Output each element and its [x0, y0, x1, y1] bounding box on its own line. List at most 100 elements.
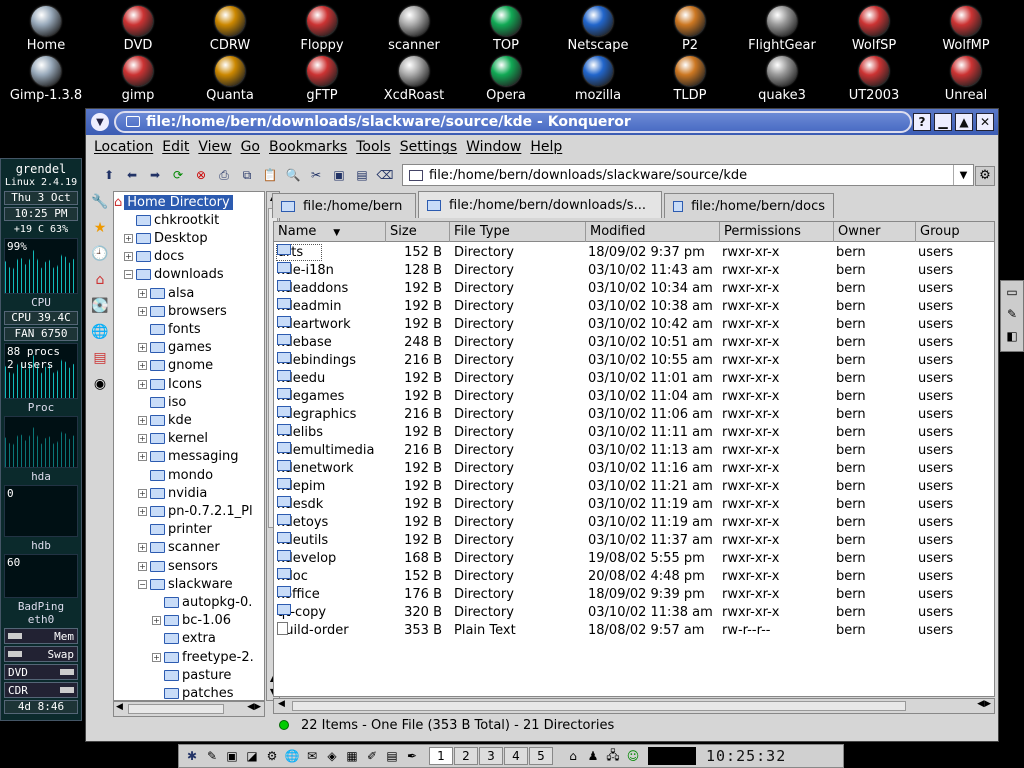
expand-icon[interactable]: +: [152, 652, 161, 662]
folder-icon[interactable]: ▭: [1001, 281, 1023, 303]
table-row[interactable]: kde-i18n 128 B Directory 03/10/02 11:43 am r…: [274, 262, 994, 280]
tree-item[interactable]: ⌂ Home Directory: [114, 193, 233, 211]
k-menu-icon[interactable]: ✱: [183, 747, 201, 765]
tree-item[interactable]: fonts: [138, 320, 201, 338]
desktop-icon-ut2003[interactable]: UT2003: [828, 56, 920, 103]
column-header-modified[interactable]: Modified: [586, 222, 720, 242]
list-horizontal-scrollbar[interactable]: ◀ ◀▶: [273, 698, 995, 714]
expand-icon[interactable]: +: [138, 361, 147, 371]
back-icon[interactable]: ⬅: [123, 166, 141, 184]
menu-settings[interactable]: Settings: [400, 139, 457, 155]
search-icon[interactable]: 🔧: [89, 191, 111, 213]
location-bar[interactable]: file:/home/bern/downloads/slackware/sour…: [402, 164, 974, 186]
tree-item[interactable]: + pn-0.7.2.1_Pl: [138, 502, 253, 520]
tree-item[interactable]: + Desktop: [124, 229, 208, 247]
menu-location[interactable]: Location: [94, 139, 153, 155]
tree-item[interactable]: + gnome: [138, 357, 213, 375]
desktop-icon-xcdroast[interactable]: XcdRoast: [368, 56, 460, 103]
desktop-icon-gftp[interactable]: gFTP: [276, 56, 368, 103]
brush-icon[interactable]: ✎: [1001, 303, 1023, 325]
kwrite-icon[interactable]: ✎: [203, 747, 221, 765]
menu-edit[interactable]: Edit: [162, 139, 189, 155]
desktop-icon-floppy[interactable]: Floppy: [276, 6, 368, 53]
maximize-icon[interactable]: ▲: [955, 113, 973, 131]
tree-horizontal-scrollbar[interactable]: ◀ ◀▶: [113, 701, 265, 717]
table-row[interactable]: kdepim 192 B Directory 03/10/02 11:21 am rwx…: [274, 478, 994, 496]
table-row[interactable]: kdelibs 192 B Directory 03/10/02 11:11 am rw…: [274, 424, 994, 442]
stop-icon[interactable]: ⊗: [192, 166, 210, 184]
table-row[interactable]: kdetoys 192 B Directory 03/10/02 11:19 am rw…: [274, 514, 994, 532]
home-icon[interactable]: ⌂: [89, 269, 111, 291]
view-icon[interactable]: ▣: [330, 166, 348, 184]
tree-item[interactable]: − downloads: [124, 266, 224, 284]
tree-item[interactable]: autopkg-0.: [152, 593, 252, 611]
expand-icon[interactable]: +: [138, 415, 147, 425]
table-row[interactable]: kdeadmin 192 B Directory 03/10/02 10:38 am r…: [274, 298, 994, 316]
paste-icon[interactable]: 📋: [261, 166, 279, 184]
menu-help[interactable]: Help: [530, 139, 562, 155]
expand-icon[interactable]: +: [138, 306, 147, 316]
find-icon[interactable]: 🔍: [284, 166, 302, 184]
tab-3[interactable]: file:/home/bern/docs: [664, 193, 834, 218]
scroll-right-icon[interactable]: ◀▶: [247, 702, 261, 712]
desktop-icon-quanta[interactable]: Quanta: [184, 56, 276, 103]
window-menu-icon[interactable]: ▼: [91, 113, 109, 131]
menu-tools[interactable]: Tools: [356, 139, 391, 155]
desktop-icon[interactable]: ▣: [223, 747, 241, 765]
clear-location-icon[interactable]: ⌫: [376, 166, 394, 184]
tree-item[interactable]: + games: [138, 339, 212, 357]
desktop-3-button[interactable]: 3: [479, 747, 503, 765]
table-row[interactable]: qt-copy 320 B Directory 03/10/02 11:38 am rw…: [274, 604, 994, 622]
column-header-size[interactable]: Size: [386, 222, 450, 242]
expand-icon[interactable]: +: [138, 288, 147, 298]
globe-icon[interactable]: 🌐: [283, 747, 301, 765]
devices-icon[interactable]: 💽: [89, 295, 111, 317]
network-icon[interactable]: 🖧: [604, 747, 622, 765]
desktop-icon-quake3[interactable]: quake3: [736, 56, 828, 103]
tree-item[interactable]: + browsers: [138, 302, 227, 320]
desktop-4-button[interactable]: 4: [504, 747, 528, 765]
table-row[interactable]: arts 152 B Directory 18/09/02 9:37 pm rwxr-x…: [274, 244, 994, 262]
desktop-icon-scanner[interactable]: scanner: [368, 6, 460, 53]
network-icon[interactable]: 🌐: [89, 321, 111, 343]
cut-icon[interactable]: ✂: [307, 166, 325, 184]
help-icon[interactable]: ?: [913, 113, 931, 131]
tree-item[interactable]: + Icons: [138, 375, 202, 393]
column-header-name[interactable]: Name ▼: [274, 222, 386, 242]
menu-window[interactable]: Window: [466, 139, 521, 155]
expand-icon[interactable]: −: [124, 270, 133, 280]
gear-icon[interactable]: ⚙: [975, 166, 995, 186]
tree-item[interactable]: + scanner: [138, 539, 220, 557]
tree-item[interactable]: chkrootkit: [124, 211, 219, 229]
table-row[interactable]: kdeartwork 192 B Directory 03/10/02 10:42 a…: [274, 316, 994, 334]
view-mode-icon[interactable]: ▤: [353, 166, 371, 184]
expand-icon[interactable]: +: [124, 233, 133, 243]
history-icon[interactable]: 🕘: [89, 243, 111, 265]
browser-icon[interactable]: ⚙: [263, 747, 281, 765]
expand-icon[interactable]: +: [138, 452, 147, 462]
desktop-icon-gimp-1-3-8[interactable]: Gimp-1.3.8: [0, 56, 92, 103]
tree-item[interactable]: pasture: [152, 666, 231, 684]
expand-icon[interactable]: +: [124, 252, 133, 262]
expand-icon[interactable]: +: [138, 343, 147, 353]
print-icon[interactable]: ⎙: [215, 166, 233, 184]
expand-icon[interactable]: +: [138, 543, 147, 553]
app-icon[interactable]: ◧: [1001, 325, 1023, 347]
radio-icon[interactable]: ◉: [89, 373, 111, 395]
title-bar[interactable]: ▼ file:/home/bern/downloads/slackware/so…: [86, 109, 998, 135]
table-row[interactable]: kdoc 152 B Directory 20/08/02 4:48 pm rwxr-x…: [274, 568, 994, 586]
pen-icon[interactable]: ✒: [403, 747, 421, 765]
desktop-5-button[interactable]: 5: [529, 747, 553, 765]
draw-icon[interactable]: ✐: [363, 747, 381, 765]
desktop-icon-gimp[interactable]: gimp: [92, 56, 184, 103]
expand-icon[interactable]: +: [138, 434, 147, 444]
tree-item[interactable]: + docs: [124, 248, 184, 266]
scroll-right-icon[interactable]: ◀▶: [977, 699, 991, 709]
konqueror-task-icon[interactable]: ⌂: [564, 747, 582, 765]
reload-icon[interactable]: ⟳: [169, 166, 187, 184]
tree-item[interactable]: mondo: [138, 466, 213, 484]
table-row[interactable]: kdemultimedia 216 B Directory 03/10/02 11:1…: [274, 442, 994, 460]
expand-icon[interactable]: +: [138, 379, 147, 389]
bookmarks-icon[interactable]: ★: [89, 217, 111, 239]
scroll-left-icon[interactable]: ◀: [278, 699, 285, 709]
